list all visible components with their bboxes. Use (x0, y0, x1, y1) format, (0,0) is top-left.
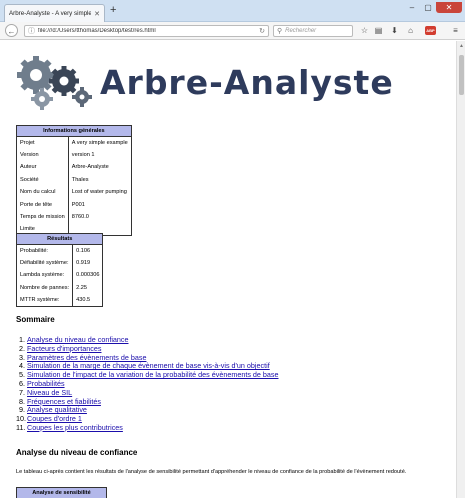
download-icon[interactable]: ⬇ (389, 25, 400, 36)
table-row: Projet A very simple example (16, 136, 132, 149)
table-row: MTTR système: 430.5 (15, 294, 104, 307)
cell-value: 0.106 (72, 244, 104, 257)
cell-label: Probabilité: (15, 244, 74, 257)
table-row: Auteur Arbre-Analyste (16, 161, 132, 174)
scroll-up-icon[interactable]: ▲ (457, 43, 465, 49)
search-bar[interactable]: ⚲ Rechercher (273, 25, 353, 37)
toc-number: 11. (16, 422, 26, 432)
analyse-heading: Analyse du niveau de confiance (16, 448, 138, 457)
vertical-scrollbar[interactable]: ▲ (456, 41, 465, 498)
toc-item: 11. Coupes les plus contributrices (16, 422, 279, 433)
cell-label: Nom du calcul (16, 186, 69, 199)
table-row: Probabilité: 0.106 (15, 244, 104, 257)
title-bar: Arbre-Analyste - A very simple ... ✕ + –… (0, 0, 465, 22)
cell-value: 430.5 (72, 294, 104, 307)
navigation-bar: ← ⓘ file:///d:/Users/tthomas/Desktop/tes… (0, 22, 465, 40)
info-icon[interactable]: ⓘ (28, 26, 35, 36)
minimize-icon[interactable]: – (404, 2, 420, 13)
table-row: Défiabilité système: 0.919 (15, 256, 104, 270)
general-info-header: Informations générales (16, 125, 132, 137)
table-row: Version version 1 (16, 148, 132, 162)
general-info-table: Informations générales Projet A very simp… (16, 125, 132, 237)
cell-value: 2.25 (72, 281, 104, 295)
home-icon[interactable]: ⌂ (405, 25, 416, 36)
search-icon: ⚲ (277, 28, 283, 35)
url-text: file:///d:/Users/tthomas/Desktop/test/re… (38, 28, 156, 34)
cell-value: Arbre-Analyste (67, 161, 132, 174)
gears-logo-icon (17, 56, 92, 110)
cell-label: Version (16, 148, 69, 162)
results-header: Résultats (15, 233, 104, 245)
cell-value: version 1 (67, 148, 132, 162)
cell-label: Lambda système: (15, 269, 74, 282)
cell-value: Lost of water pumping (67, 186, 132, 199)
cell-value: A very simple example (67, 136, 132, 149)
cell-label: Projet (16, 136, 69, 149)
tab-title: Arbre-Analyste - A very simple ... (9, 10, 92, 17)
cell-label: Défiabilité système: (15, 256, 74, 270)
table-row: Lambda système: 0.000306 (15, 269, 104, 282)
cell-label: Nombre de pannes: (15, 281, 74, 295)
table-row: Nombre de pannes: 2.25 (15, 281, 104, 295)
table-row: Nom du calcul Lost of water pumping (16, 186, 132, 199)
toc-link[interactable]: Coupes les plus contributrices (27, 423, 123, 433)
table-row: Temps de mission 8760.0 (16, 210, 132, 224)
page-title: Arbre-Analyste (100, 63, 394, 102)
sommaire-heading: Sommaire (16, 315, 55, 324)
cell-label: Société (16, 173, 69, 187)
cell-label: Temps de mission (16, 210, 69, 224)
cell-value: 8760.0 (67, 210, 132, 224)
page-content: Arbre-Analyste Informations générales Pr… (0, 41, 456, 498)
url-bar[interactable]: ⓘ file:///d:/Users/tthomas/Desktop/test/… (24, 25, 269, 37)
cell-label: MTTR système: (15, 294, 74, 307)
scroll-thumb[interactable] (459, 55, 464, 95)
cell-label: Auteur (16, 161, 69, 174)
cell-value: P001 (67, 198, 132, 211)
analyse-paragraph: Le tableau ci-après contient les résulta… (16, 469, 407, 475)
table-row: Société Thales (16, 173, 132, 187)
search-placeholder: Rechercher (285, 28, 317, 34)
maximize-icon[interactable]: ▢ (420, 2, 436, 13)
cell-label: Porte de tête (16, 198, 69, 211)
menu-icon[interactable]: ≡ (450, 25, 461, 36)
reload-icon[interactable]: ↻ (259, 27, 265, 35)
sensibility-header: Analyse de sensibilité (16, 487, 107, 498)
bookmark-star-icon[interactable]: ☆ (359, 25, 370, 36)
browser-tab[interactable]: Arbre-Analyste - A very simple ... ✕ (4, 4, 105, 22)
back-icon[interactable]: ← (5, 24, 18, 37)
results-table: Résultats Probabilité: 0.106 Défiabilité … (15, 233, 104, 307)
new-tab-icon[interactable]: + (110, 5, 116, 16)
adblock-icon[interactable]: ABP (425, 26, 436, 35)
table-of-contents: 1. Analyse du niveau de confiance 2. Facte… (16, 335, 279, 433)
cell-value: Thales (67, 173, 132, 187)
cell-value: 0.000306 (72, 269, 104, 282)
close-tab-icon[interactable]: ✕ (94, 10, 100, 18)
reading-list-icon[interactable]: ▤ (373, 25, 384, 36)
sensibility-table: Analyse de sensibilité (16, 487, 107, 498)
close-window-icon[interactable]: ✕ (436, 2, 462, 13)
table-row: Porte de tête P001 (16, 198, 132, 211)
cell-value: 0.919 (72, 256, 104, 270)
